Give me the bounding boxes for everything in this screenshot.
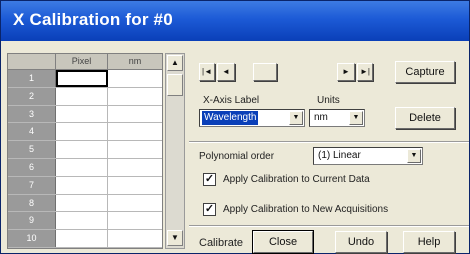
table-row: 6 [8,158,162,177]
last-point-button[interactable]: ►| [357,63,373,81]
nm-cell[interactable] [108,176,162,194]
capture-button[interactable]: Capture [395,61,455,83]
grid-header: Pixel nm [8,54,162,70]
help-button[interactable]: Help [403,231,455,253]
scroll-thumb[interactable] [167,74,183,96]
scroll-up-icon[interactable]: ▲ [167,55,183,71]
pixel-cell[interactable] [56,70,108,87]
prev-point-button[interactable]: ◄ [217,63,235,81]
row-number[interactable]: 8 [8,194,56,212]
table-row: 1 [8,70,162,88]
divider [189,225,469,227]
poly-order-value: (1) Linear [318,150,361,161]
grid-scrollbar[interactable]: ▲ ▼ [165,53,185,249]
nm-cell[interactable] [108,87,162,105]
window-title: X Calibration for #0 [1,1,469,41]
table-row: 5 [8,141,162,159]
nm-cell[interactable] [108,123,162,141]
poly-order-combo[interactable]: (1) Linear ▼ [313,147,423,165]
nm-cell[interactable] [108,105,162,123]
first-point-button[interactable]: |◄ [199,63,215,81]
apply-new-label: Apply Calibration to New Acquisitions [223,204,389,215]
pixel-cell[interactable] [56,105,108,123]
pixel-cell[interactable] [56,123,108,141]
nm-cell[interactable] [108,70,162,87]
next-point-button[interactable]: ► [337,63,355,81]
xaxis-label: X-Axis Label [203,95,260,106]
chevron-down-icon[interactable]: ▼ [349,111,363,125]
xaxis-value: Wavelength [202,111,259,125]
nm-cell[interactable] [108,141,162,158]
scroll-down-icon[interactable]: ▼ [167,230,183,246]
calibrate-label: Calibrate [199,237,244,249]
pixel-cell[interactable] [56,176,108,194]
table-row: 4 [8,123,162,142]
row-number[interactable]: 9 [8,212,56,230]
nm-cell[interactable] [108,212,162,230]
pixel-cell[interactable] [56,194,108,212]
row-number[interactable]: 1 [8,70,56,87]
table-row: 8 [8,194,162,213]
row-number[interactable]: 10 [8,230,56,247]
column-header-pixel[interactable]: Pixel [56,54,108,69]
table-row: 2 [8,87,162,106]
nm-cell[interactable] [108,230,162,247]
poly-order-label: Polynomial order [199,151,275,162]
pixel-cell[interactable] [56,141,108,158]
units-value: nm [314,112,328,123]
table-row: 3 [8,105,162,124]
nm-cell[interactable] [108,194,162,212]
row-number[interactable]: 7 [8,176,56,194]
apply-current-label: Apply Calibration to Current Data [223,174,370,185]
row-number[interactable]: 6 [8,158,56,176]
table-row: 9 [8,212,162,231]
row-number[interactable]: 2 [8,87,56,105]
pixel-cell[interactable] [56,87,108,105]
grid-corner [8,54,56,69]
grid-body: 1 2 3 4 5 6 7 8 9 10 [8,70,162,248]
divider [189,141,469,143]
point-slider-thumb[interactable] [253,63,277,81]
calibration-grid[interactable]: Pixel nm 1 2 3 4 5 6 7 8 9 10 [7,53,163,249]
chevron-down-icon[interactable]: ▼ [289,111,303,125]
units-combo[interactable]: nm ▼ [309,109,365,127]
pixel-cell[interactable] [56,158,108,176]
row-number[interactable]: 3 [8,105,56,123]
row-number[interactable]: 4 [8,123,56,141]
apply-current-checkbox[interactable]: ✓ [203,173,216,186]
nm-cell[interactable] [108,158,162,176]
calibration-panel: |◄ ◄ ► ►| Capture X-Axis Label Units Wav… [189,49,469,254]
delete-button[interactable]: Delete [395,107,455,129]
units-label: Units [317,95,340,106]
pixel-cell[interactable] [56,230,108,247]
undo-button[interactable]: Undo [335,231,387,253]
table-row: 7 [8,176,162,195]
row-number[interactable]: 5 [8,141,56,158]
pixel-cell[interactable] [56,212,108,230]
chevron-down-icon[interactable]: ▼ [407,149,421,163]
close-button[interactable]: Close [252,230,314,254]
column-header-nm[interactable]: nm [108,54,162,69]
xaxis-combo[interactable]: Wavelength ▼ [199,109,305,127]
table-row: 10 [8,230,162,248]
calibration-window: X Calibration for #0 Pixel nm 1234567891… [0,0,470,254]
apply-new-checkbox[interactable]: ✓ [203,203,216,216]
